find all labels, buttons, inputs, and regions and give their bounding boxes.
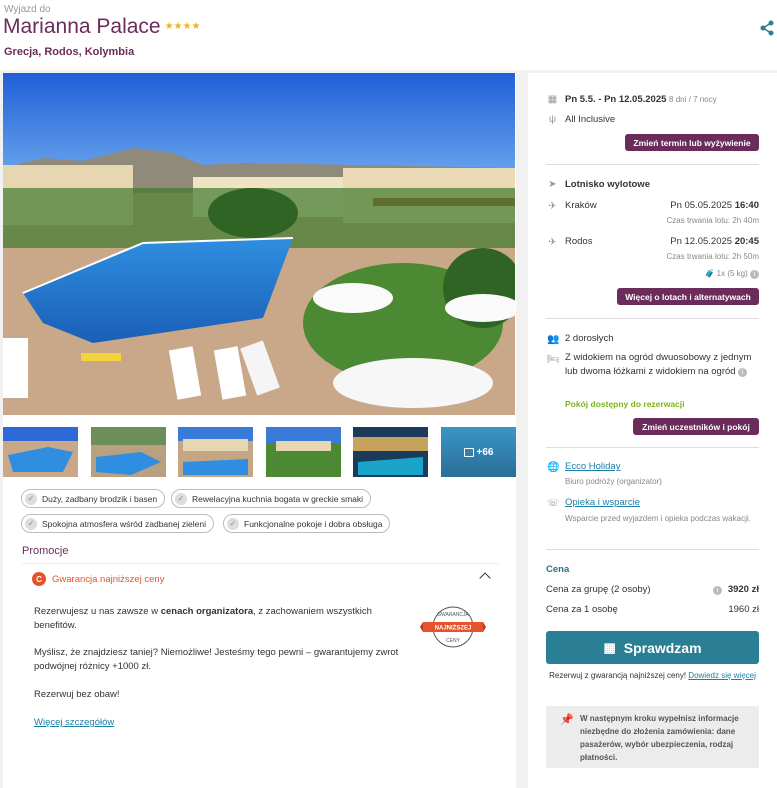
return-datetime: Pn 12.05.2025 20:45: [670, 236, 759, 247]
check-availability-button[interactable]: ▦ Sprawdzam: [546, 631, 759, 664]
person-price-label: Cena za 1 osobę: [546, 604, 618, 615]
feature-chip: ✓ Duży, zadbany brodzik i basen: [21, 489, 166, 508]
svg-text:NAJNIŻSZEJ: NAJNIŻSZEJ: [435, 625, 472, 632]
guarantee-note: Rezerwuj z gwarancją najniższej ceny! Do…: [549, 671, 756, 680]
next-step-info: 📌 W następnym kroku wypełnisz informacje…: [546, 706, 759, 768]
organizer-link[interactable]: Ecco Holiday: [565, 461, 620, 472]
outbound-duration: Czas trwania lotu: 2h 40m: [666, 216, 760, 225]
thumbnail[interactable]: [91, 427, 166, 477]
promotions-heading: Promocje: [22, 545, 69, 557]
location-arrow-icon: ➤: [548, 179, 557, 190]
feature-chip: ✓ Funkcjonalne pokoje i dobra obsługa: [223, 514, 391, 533]
divider: [546, 164, 759, 165]
check-icon: ✓: [25, 492, 37, 505]
promo-paragraph-2: Myślisz, że znajdziesz taniej? Niemożliw…: [34, 647, 399, 672]
svg-text:GWARANCJA: GWARANCJA: [437, 612, 469, 618]
change-term-button[interactable]: Zmień termin lub wyżywienie: [625, 134, 759, 151]
feature-chip: ✓ Spokojna atmosfera wśród zadbanej ziele…: [21, 514, 214, 533]
promo-paragraph-1: Rezerwujesz u nas zawsze w cenach organi…: [34, 606, 372, 631]
change-guests-button[interactable]: Zmień uczestników i pokój: [633, 418, 759, 435]
chevron-up-icon[interactable]: [479, 572, 491, 584]
title-row: Marianna Palace ★★★★: [3, 15, 200, 39]
more-details-link[interactable]: Więcej szczegółów: [34, 717, 114, 728]
hotel-location: Grecja, Rodos, Kolymbia: [4, 46, 135, 58]
check-icon: ✓: [175, 492, 187, 505]
gallery-icon: [463, 447, 474, 457]
more-photos-button[interactable]: +66: [441, 427, 516, 477]
thumbnail[interactable]: [266, 427, 341, 477]
support-icon: ☏: [547, 498, 560, 509]
person-price: 1960 zł: [728, 604, 759, 615]
divider: [546, 549, 759, 550]
board-type: All Inclusive: [565, 114, 616, 125]
guests-count: 2 dorosłych: [565, 333, 614, 344]
thumbnail[interactable]: [178, 427, 253, 477]
support-description: Wsparcie przed wyjazdem i opieka podczas…: [565, 514, 751, 523]
calendar-icon: ▦: [603, 639, 616, 655]
guarantee-toggle[interactable]: C Gwarancja najniższej ceny: [32, 572, 164, 586]
organizer-description: Biuro podróży (organizator): [565, 477, 662, 486]
price-guarantee-icon: C: [32, 572, 46, 586]
info-icon: i: [738, 368, 748, 377]
departure-airport-label: Lotnisko wylotowe: [565, 179, 650, 190]
divider: [546, 447, 759, 448]
divider: [546, 318, 759, 319]
support-link[interactable]: Opieka i wsparcie: [565, 497, 640, 508]
thumbnail[interactable]: [353, 427, 428, 477]
guarantee-label: Gwarancja najniższej ceny: [52, 573, 165, 585]
thumbnail[interactable]: [3, 427, 78, 477]
booking-panel: ▦ Pn 5.5. - Pn 12.05.2025 8 dni / 7 nocy…: [528, 73, 777, 788]
luggage-info: 🧳 1x (5 kg) i: [704, 269, 759, 279]
promotion-panel: C Gwarancja najniższej ceny Rezerwujesz …: [22, 563, 499, 788]
svg-text:CENY: CENY: [446, 638, 461, 644]
info-icon: i: [712, 586, 722, 595]
return-duration: Czas trwania lotu: 2h 50m: [666, 252, 760, 261]
plane-landing-icon: ✈: [548, 237, 557, 248]
plane-takeoff-icon: ✈: [548, 201, 557, 212]
next-step-text: W następnym kroku wypełnisz informacje n…: [580, 714, 739, 762]
feature-chip: ✓ Rewelacyjna kuchnia bogata w greckie sm…: [171, 489, 372, 508]
outbound-city: Kraków: [565, 200, 597, 211]
room-type: Z widokiem na ogród dwuosobowy z jednym …: [565, 352, 752, 377]
flights-info-button[interactable]: Więcej o lotach i alternatywach: [617, 288, 759, 305]
bed-icon: 🛏: [547, 354, 560, 365]
star-rating: ★★★★: [164, 21, 201, 32]
trip-dates: Pn 5.5. - Pn 12.05.2025 8 dni / 7 nocy: [565, 94, 717, 105]
check-icon: ✓: [25, 517, 37, 530]
cutlery-icon: ψ: [548, 114, 557, 125]
hotel-name: Marianna Palace: [3, 15, 161, 38]
hotel-details: +66 ✓ Duży, zadbany brodzik i basen ✓ Rewe…: [3, 73, 516, 788]
pre-title: Wyjazd do: [4, 4, 51, 15]
room-available-status: Pokój dostępny do rezerwacji: [565, 399, 685, 409]
outbound-datetime: Pn 05.05.2025 16:40: [670, 200, 759, 211]
more-photos-count: +66: [476, 446, 494, 458]
info-icon: i: [750, 270, 759, 279]
page-header: Wyjazd do Marianna Palace ★★★★ Grecja, R…: [0, 0, 777, 70]
people-icon: 👥: [547, 334, 560, 345]
learn-more-link[interactable]: Dowiedz się więcej: [688, 671, 756, 680]
pin-icon: 📌: [560, 714, 574, 726]
globe-icon: 🌐: [547, 462, 560, 473]
lowest-price-badge: GWARANCJA NAJNIŻSZEJ CENY: [420, 606, 486, 648]
thumbnail-strip: +66: [3, 427, 516, 477]
group-price-label: Cena za grupę (2 osoby): [546, 584, 651, 595]
check-icon: ✓: [227, 517, 239, 530]
main-hotel-photo[interactable]: [3, 73, 515, 415]
group-price: i 3920 zł: [712, 584, 759, 595]
luggage-icon: 🧳: [704, 269, 715, 278]
price-heading: Cena: [546, 564, 570, 575]
return-city: Rodos: [565, 236, 593, 247]
promo-paragraph-3: Rezerwuj bez obaw!: [34, 689, 120, 700]
calendar-icon: ▦: [547, 94, 558, 105]
share-icon[interactable]: [759, 20, 775, 36]
